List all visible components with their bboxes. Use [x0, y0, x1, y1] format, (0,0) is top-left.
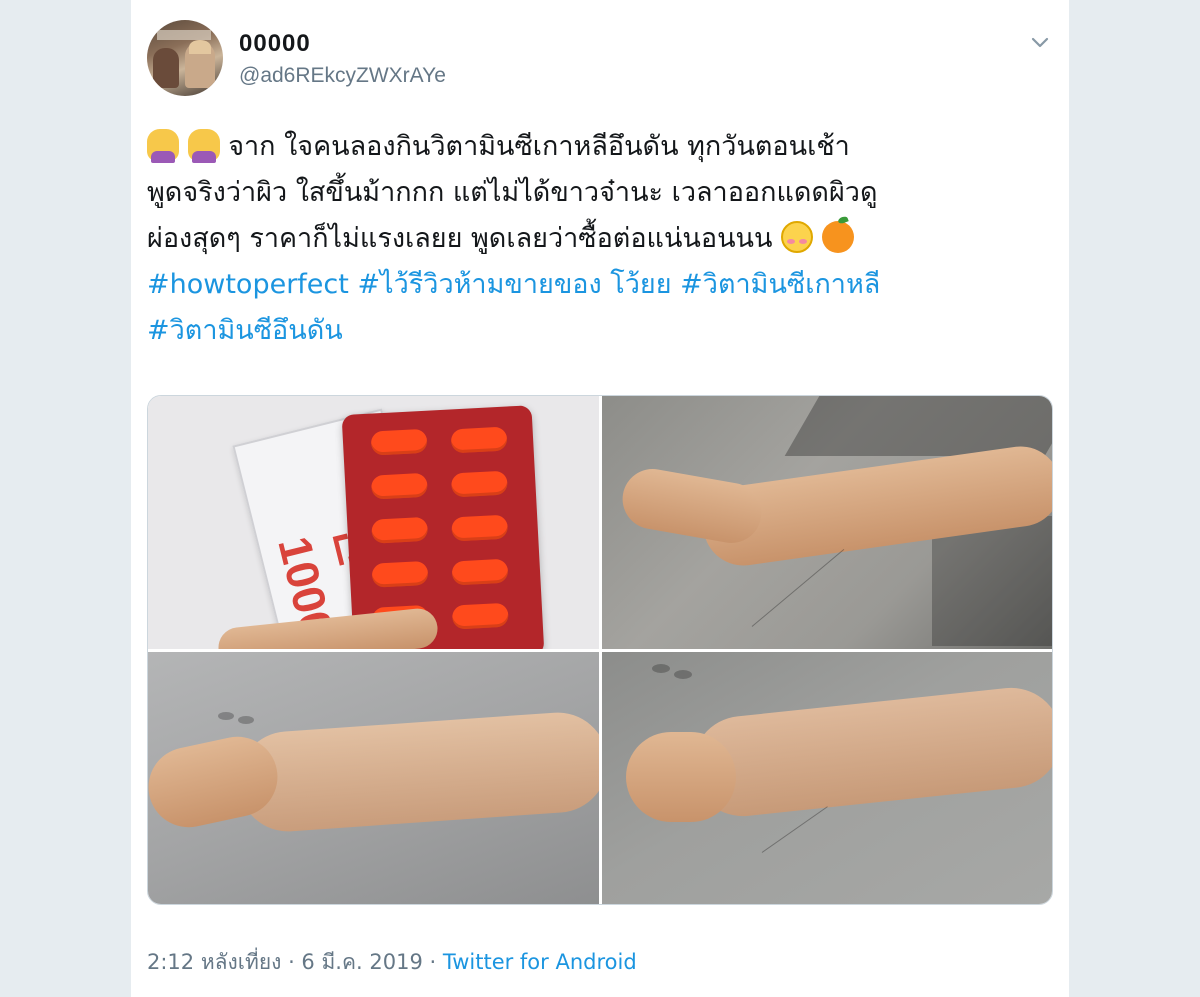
tweet-card: 00000 @ad6REkcyZWXrAYe จาก ใจคนลองกินวิต… — [131, 0, 1069, 997]
smiling-face-blush-icon — [781, 221, 814, 253]
hashtag-link[interactable]: #วิตามินซีเกาหลี — [680, 269, 880, 300]
photo-arm-3[interactable] — [601, 651, 1052, 904]
hashtag-line-2: #วิตามินซีอึนดัน — [147, 308, 1047, 354]
hashtag-line-1: #howtoperfect #ไว้รีวิวห้ามขายของ โว้ยย … — [147, 262, 1047, 308]
fist — [625, 731, 736, 822]
arm — [687, 682, 1052, 821]
tweet-line-2: พูดจริงว่าผิว ใสขึ้นม้ากกก แต่ไม่ได้ขาวจ… — [147, 177, 878, 208]
arm — [234, 708, 599, 835]
photo-pills[interactable]: 비타민 1000 — [148, 396, 599, 649]
photo-arm-1[interactable] — [601, 396, 1052, 649]
avatar[interactable] — [147, 20, 223, 96]
tangerine-icon — [821, 221, 854, 253]
hashtag-link[interactable]: #ไว้รีวิวห้ามขายของ โว้ยย — [357, 269, 671, 300]
tweet-line-1: จาก ใจคนลองกินวิตามินซีเกาหลีอึนดัน ทุกว… — [147, 124, 1047, 170]
hashtag-link[interactable]: #howtoperfect — [147, 269, 349, 300]
tweet-meta: 2:12 หลังเที่ยง · 6 มี.ค. 2019 · Twitter… — [147, 946, 637, 979]
media-grid: 비타민 1000 — [147, 395, 1053, 905]
separator: · — [281, 950, 302, 974]
woman-raising-hand-icon — [187, 129, 220, 163]
display-name[interactable]: 00000 — [239, 30, 311, 58]
photo-arm-2[interactable] — [148, 651, 599, 904]
blister-pack — [341, 405, 545, 649]
tweet-date[interactable]: 6 มี.ค. 2019 — [301, 950, 422, 974]
tweet-text: จาก ใจคนลองกินวิตามินซีเกาหลีอึนดัน ทุกว… — [147, 124, 1047, 354]
tweet-time[interactable]: 2:12 หลังเที่ยง — [147, 950, 281, 974]
tweet-line-text: จาก ใจคนลองกินวิตามินซีเกาหลีอึนดัน ทุกว… — [228, 131, 850, 162]
separator: · — [422, 950, 443, 974]
tweet-line-3: ผ่องสุดๆ ราคาก็ไม่แรงเลยย พูดเลยว่าซื้อต… — [147, 216, 1047, 262]
user-handle[interactable]: @ad6REkcyZWXrAYe — [239, 64, 446, 88]
hand — [617, 464, 766, 548]
woman-raising-hand-icon — [147, 129, 179, 163]
tweet-line-text: ผ่องสุดๆ ราคาก็ไม่แรงเลยย พูดเลยว่าซื้อต… — [147, 223, 773, 254]
chevron-down-icon[interactable] — [1029, 32, 1051, 54]
hashtag-link[interactable]: #วิตามินซีอึนดัน — [147, 315, 343, 346]
tweet-source-link[interactable]: Twitter for Android — [443, 950, 637, 974]
